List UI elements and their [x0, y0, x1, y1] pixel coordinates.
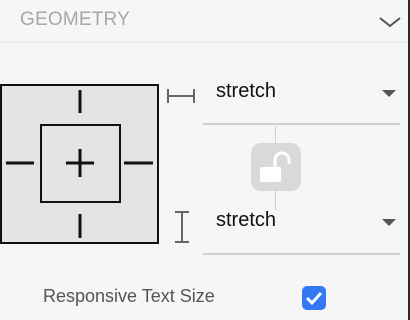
anchor-selector[interactable] [0, 84, 159, 244]
lock-connector-top [275, 126, 276, 144]
width-sizing-dropdown[interactable]: stretch [203, 80, 400, 125]
width-sizing-value: stretch [216, 80, 277, 102]
unlocked-padlock-icon [260, 151, 291, 182]
vertical-size-icon [172, 210, 192, 244]
chevron-down-icon[interactable] [376, 12, 404, 32]
horizontal-size-icon [166, 86, 196, 106]
height-sizing-value: stretch [216, 209, 277, 231]
aspect-lock-button[interactable] [251, 143, 301, 191]
responsive-text-checkbox[interactable] [302, 286, 326, 310]
section-divider [0, 42, 408, 43]
responsive-text-label: Responsive Text Size [43, 286, 215, 306]
caret-down-icon [382, 219, 396, 226]
section-title: GEOMETRY [20, 9, 130, 30]
checkmark-icon [305, 291, 323, 306]
lock-connector-bottom [275, 190, 276, 210]
height-sizing-dropdown[interactable]: stretch [203, 209, 400, 255]
caret-down-icon [382, 90, 396, 97]
